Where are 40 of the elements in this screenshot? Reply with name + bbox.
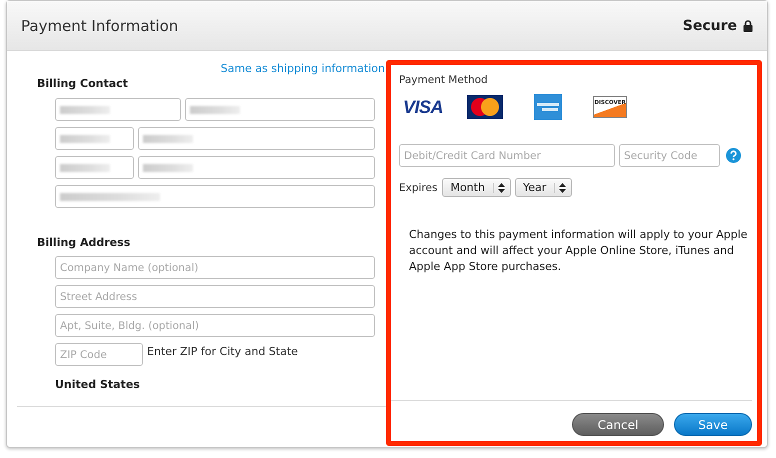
stepper-arrows-icon: [554, 182, 566, 192]
input-field[interactable]: Company Name (optional): [55, 256, 375, 279]
input-field[interactable]: [55, 156, 134, 179]
visa-logo: VISA: [403, 96, 444, 118]
section-heading: Billing Address: [37, 236, 132, 249]
dialog-title: Payment Information: [21, 16, 180, 34]
mastercard-logo-icon: [467, 95, 504, 119]
input-field[interactable]: [55, 127, 134, 150]
redacted-text: [60, 106, 110, 114]
input-field[interactable]: [138, 127, 375, 150]
dropdown[interactable]: Month: [442, 178, 511, 197]
cancel-button[interactable]: Cancel: [572, 413, 664, 436]
lock-icon: [743, 20, 753, 32]
section-heading: Payment Method: [399, 74, 489, 86]
redacted-text: [60, 164, 110, 172]
redacted-text: [143, 134, 193, 142]
input-field[interactable]: Street Address: [55, 285, 375, 308]
same-as-shipping-link[interactable]: Same as shipping information: [220, 62, 385, 75]
help-icon[interactable]: [726, 148, 741, 163]
input-field[interactable]: [55, 98, 181, 121]
redacted-text: [143, 164, 193, 172]
zip-hint: Enter ZIP for City and State: [147, 345, 298, 358]
redacted-text: [190, 106, 240, 114]
expires-label: Expires: [399, 182, 438, 194]
secure-label: Secure: [682, 18, 737, 34]
amex-logo-icon: [534, 94, 562, 120]
input-field[interactable]: [185, 98, 375, 121]
input-field[interactable]: [55, 185, 375, 208]
stepper-arrows-icon: [492, 182, 505, 192]
security-code-field[interactable]: Security Code: [619, 144, 720, 167]
save-button[interactable]: Save: [674, 413, 752, 436]
input-field[interactable]: Apt, Suite, Bldg. (optional): [55, 314, 375, 337]
input-field[interactable]: [138, 156, 375, 179]
card-number-field[interactable]: Debit/Credit Card Number: [399, 144, 615, 167]
section-heading: Billing Contact: [37, 77, 129, 90]
notice-text: Changes to this payment information will apply to your Apple account and will affect your Apple Online Store, iTunes and Apple App Store purchases.: [409, 227, 748, 275]
zip-field[interactable]: ZIP Code: [55, 343, 143, 366]
redacted-text: [60, 134, 110, 142]
dropdown[interactable]: Year: [514, 178, 572, 197]
country-label: United States: [55, 378, 141, 391]
